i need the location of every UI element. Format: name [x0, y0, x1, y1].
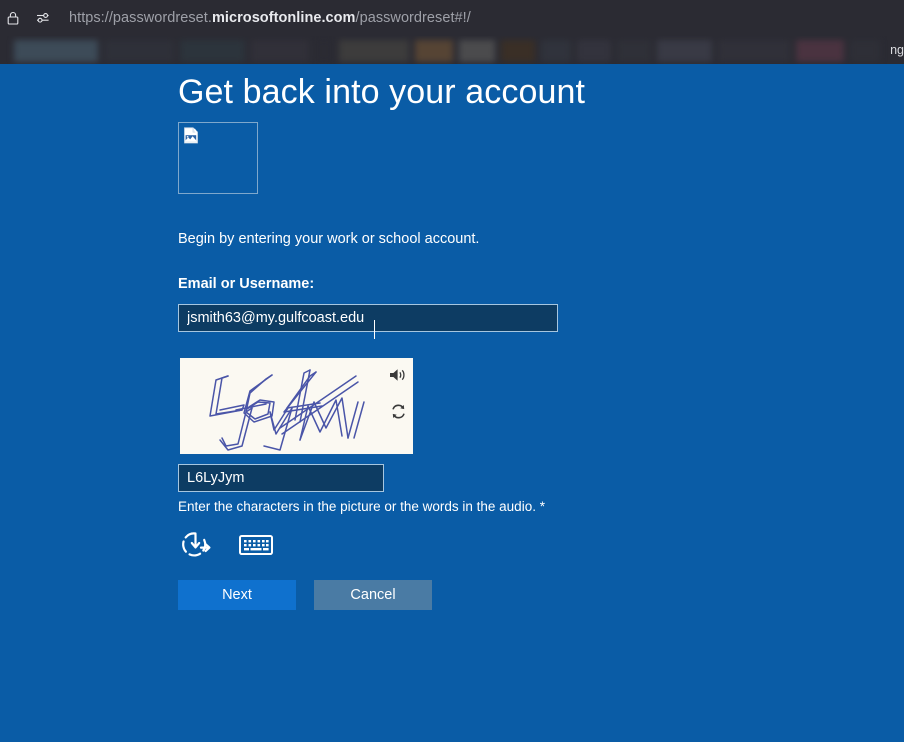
bookmarks-bar[interactable]: ng [0, 36, 904, 64]
next-button[interactable]: Next [178, 580, 296, 610]
bookmark-item[interactable] [501, 40, 535, 62]
bookmark-item[interactable] [415, 40, 453, 62]
refresh-icon[interactable] [389, 402, 407, 420]
url-prefix: https://passwordreset. [69, 10, 212, 26]
text-caret [374, 320, 375, 339]
input-method-icons [178, 528, 778, 562]
form-buttons: Next Cancel [178, 580, 778, 610]
cancel-button[interactable]: Cancel [314, 580, 432, 610]
bookmark-item[interactable] [339, 40, 409, 62]
bookmark-overflow-label[interactable]: ng [890, 43, 904, 57]
url-host: microsoftonline.com [211, 10, 356, 26]
email-input-wrapper [178, 304, 558, 339]
site-permissions-icon[interactable] [33, 8, 53, 28]
bookmark-item[interactable] [315, 40, 333, 62]
keyboard-icon[interactable] [239, 533, 273, 557]
url-suffix: /passwordreset#!/ [355, 10, 471, 26]
bookmark-item[interactable] [850, 40, 880, 62]
handwriting-input-icon[interactable] [178, 529, 212, 561]
bookmark-item[interactable] [617, 40, 651, 62]
bookmark-item[interactable] [541, 40, 571, 62]
email-field-label: Email or Username: [178, 276, 315, 292]
captcha-glyphs [209, 369, 365, 451]
bookmark-item[interactable] [718, 40, 790, 62]
broken-image-icon [183, 127, 200, 144]
browser-chrome: https://passwordreset.microsoftonline.co… [0, 0, 904, 64]
bookmark-item[interactable] [459, 40, 495, 62]
bookmark-item[interactable] [657, 40, 712, 62]
address-bar[interactable]: https://passwordreset.microsoftonline.co… [0, 0, 904, 36]
captcha-controls [389, 366, 407, 420]
form-container: Get back into your account Begin by ente… [178, 69, 778, 610]
bookmark-item[interactable] [180, 40, 245, 62]
page-title: Get back into your account [178, 73, 586, 111]
bookmark-item[interactable] [251, 40, 309, 62]
bookmark-item[interactable] [796, 40, 844, 62]
bookmark-item[interactable] [104, 40, 174, 62]
captcha-help-text: Enter the characters in the picture or t… [178, 499, 545, 514]
lock-icon[interactable] [3, 8, 23, 28]
captcha-image [178, 356, 415, 456]
logo-image-placeholder [178, 122, 258, 194]
captcha-input[interactable] [178, 464, 384, 492]
bookmark-item[interactable] [577, 40, 611, 62]
url-text[interactable]: https://passwordreset.microsoftonline.co… [69, 10, 471, 26]
email-input[interactable] [178, 304, 558, 332]
speaker-icon[interactable] [389, 366, 407, 384]
password-reset-page: Get back into your account Begin by ente… [0, 64, 904, 742]
bookmarks-blurred-items[interactable] [14, 40, 880, 62]
intro-text: Begin by entering your work or school ac… [178, 231, 480, 247]
bookmark-item[interactable] [14, 40, 98, 62]
